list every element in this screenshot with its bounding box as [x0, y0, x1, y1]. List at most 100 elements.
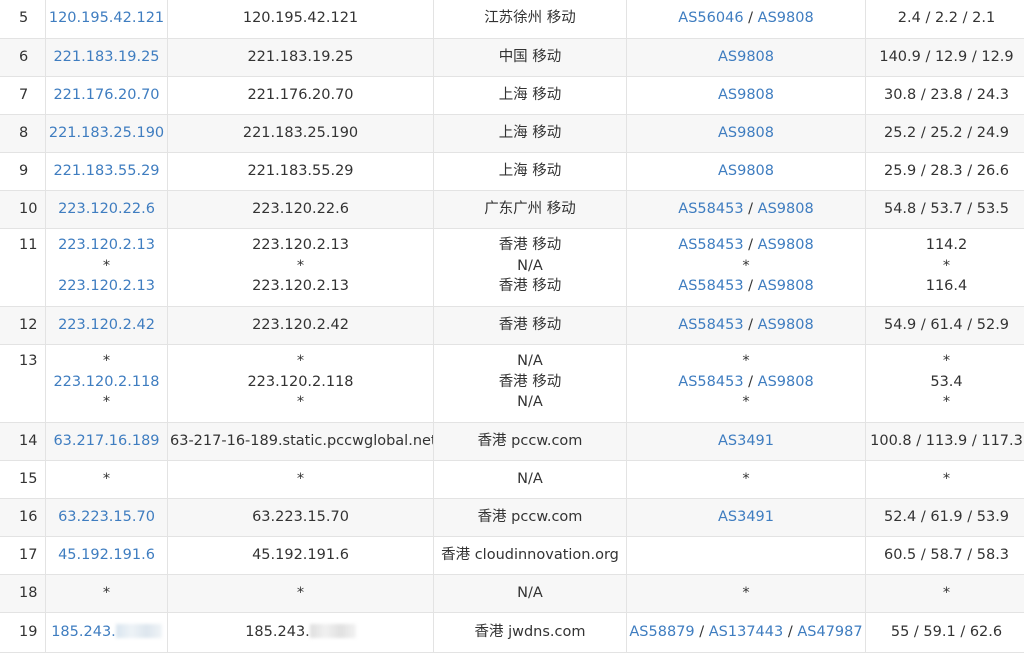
latency-line: 2.4 / 2.2 / 2.1 [868, 8, 1024, 29]
ip-link[interactable]: 223.120.22.6 [58, 201, 155, 217]
ip-link[interactable]: 63.217.16.189 [53, 433, 159, 449]
ip-line: 223.120.2.42 [48, 315, 165, 336]
ip-link[interactable]: 221.183.25.190 [49, 125, 164, 141]
hop-number: 15 [0, 461, 46, 499]
ip-link[interactable]: 63.223.15.70 [58, 509, 155, 525]
hostname-line: 120.195.42.121 [170, 8, 431, 29]
ip-link[interactable]: 120.195.42.121 [49, 10, 164, 26]
hop-number: 19 [0, 613, 46, 653]
asn-line: AS3491 [629, 507, 863, 528]
ip-line: 223.120.2.13 [48, 276, 165, 297]
ip-cell: 185.243. [46, 613, 168, 653]
asn-link[interactable]: AS9808 [758, 374, 814, 390]
asn-link[interactable]: AS9808 [718, 87, 774, 103]
asn-link[interactable]: AS58453 [678, 201, 743, 217]
ip-cell: 45.192.191.6 [46, 537, 168, 575]
location-line: 上海 移动 [436, 123, 624, 144]
hostname-line: 223.120.2.13 [170, 235, 431, 256]
ip-line: 120.195.42.121 [48, 8, 165, 29]
latency-cell: 114.2*116.4 [866, 229, 1024, 307]
latency-line: * [868, 469, 1024, 490]
ip-cell: 120.195.42.121 [46, 0, 168, 39]
asn-link[interactable]: AS58453 [678, 374, 743, 390]
asn-link[interactable]: AS137443 [709, 624, 783, 640]
asn-line: * [629, 583, 863, 604]
hostname-line: * [170, 469, 431, 490]
hostname-text: 221.183.25.190 [243, 125, 358, 141]
ip-link[interactable]: 223.120.2.13 [58, 237, 155, 253]
ip-link[interactable]: 221.183.55.29 [53, 163, 159, 179]
latency-cell: 25.9 / 28.3 / 26.6 [866, 153, 1024, 191]
asn-link[interactable]: AS9808 [758, 201, 814, 217]
ip-link[interactable]: 223.120.2.118 [53, 374, 159, 390]
latency-cell: 25.2 / 25.2 / 24.9 [866, 115, 1024, 153]
location-text: 香港 移动 [499, 278, 562, 294]
location-text: 香港 移动 [499, 317, 562, 333]
ip-cell: 223.120.2.13*223.120.2.13 [46, 229, 168, 307]
asn-link[interactable]: AS58453 [678, 317, 743, 333]
asn-link[interactable]: AS56046 [678, 10, 743, 26]
asn-link[interactable]: AS9808 [718, 163, 774, 179]
asn-separator: / [744, 237, 758, 253]
asn-line: AS9808 [629, 123, 863, 144]
asn-cell: AS3491 [627, 499, 866, 537]
location-cell: 香港 pccw.com [434, 499, 627, 537]
ip-line: 221.183.55.29 [48, 161, 165, 182]
asn-link[interactable]: AS9808 [758, 237, 814, 253]
table-row: 1463.217.16.18963-217-16-189.static.pccw… [0, 423, 1024, 461]
hop-number: 6 [0, 39, 46, 77]
hostname-text: * [297, 585, 304, 601]
asn-line: * [629, 392, 863, 413]
ip-link[interactable]: 185.243. [51, 624, 116, 640]
asn-separator: / [744, 374, 758, 390]
asn-link[interactable]: AS58453 [678, 237, 743, 253]
latency-line: 25.2 / 25.2 / 24.9 [868, 123, 1024, 144]
hostname-line: 223.120.2.118 [170, 372, 431, 393]
asn-cell: AS56046 / AS9808 [627, 0, 866, 39]
ip-line: * [48, 256, 165, 277]
ip-line: 221.183.19.25 [48, 47, 165, 68]
location-cell: N/A [434, 461, 627, 499]
hostname-line: 223.120.22.6 [170, 199, 431, 220]
ip-link[interactable]: 223.120.2.13 [58, 278, 155, 294]
hostname-text: 223.120.2.13 [252, 278, 349, 294]
table-row: 10223.120.22.6223.120.22.6广东广州 移动AS58453… [0, 191, 1024, 229]
ip-line: * [48, 392, 165, 413]
asn-line: AS3491 [629, 431, 863, 452]
asn-link[interactable]: AS9808 [758, 317, 814, 333]
ip-cell: 221.176.20.70 [46, 77, 168, 115]
table-row: 11223.120.2.13*223.120.2.13223.120.2.13*… [0, 229, 1024, 307]
ip-line: 45.192.191.6 [48, 545, 165, 566]
asn-separator: / [744, 201, 758, 217]
asn-link[interactable]: AS58879 [629, 624, 694, 640]
asn-link[interactable]: AS3491 [718, 433, 774, 449]
asn-link[interactable]: AS47987 [797, 624, 862, 640]
asn-link[interactable]: AS9808 [718, 49, 774, 65]
asn-link[interactable]: AS9808 [718, 125, 774, 141]
timeout-marker: * [103, 394, 110, 410]
hostname-cell: * [168, 461, 434, 499]
location-line: 广东广州 移动 [436, 199, 624, 220]
asn-cell: AS58453 / AS9808*AS58453 / AS9808 [627, 229, 866, 307]
location-line: N/A [436, 392, 624, 413]
asn-link[interactable]: AS9808 [758, 278, 814, 294]
ip-link[interactable]: 221.183.19.25 [53, 49, 159, 65]
asn-cell [627, 537, 866, 575]
location-text: 上海 移动 [499, 87, 562, 103]
ip-line: * [48, 583, 165, 604]
latency-line: 60.5 / 58.7 / 58.3 [868, 545, 1024, 566]
hostname-line: * [170, 583, 431, 604]
latency-line: 54.8 / 53.7 / 53.5 [868, 199, 1024, 220]
ip-link[interactable]: 221.176.20.70 [53, 87, 159, 103]
ip-cell: 63.223.15.70 [46, 499, 168, 537]
asn-link[interactable]: AS9808 [758, 10, 814, 26]
hostname-text: 223.120.22.6 [252, 201, 349, 217]
ip-cell: 221.183.25.190 [46, 115, 168, 153]
latency-text: 54.8 / 53.7 / 53.5 [884, 201, 1009, 217]
ip-link[interactable]: 45.192.191.6 [58, 547, 155, 563]
latency-line: 30.8 / 23.8 / 24.3 [868, 85, 1024, 106]
asn-link[interactable]: AS58453 [678, 278, 743, 294]
asn-link[interactable]: AS3491 [718, 509, 774, 525]
ip-line: * [48, 469, 165, 490]
ip-link[interactable]: 223.120.2.42 [58, 317, 155, 333]
